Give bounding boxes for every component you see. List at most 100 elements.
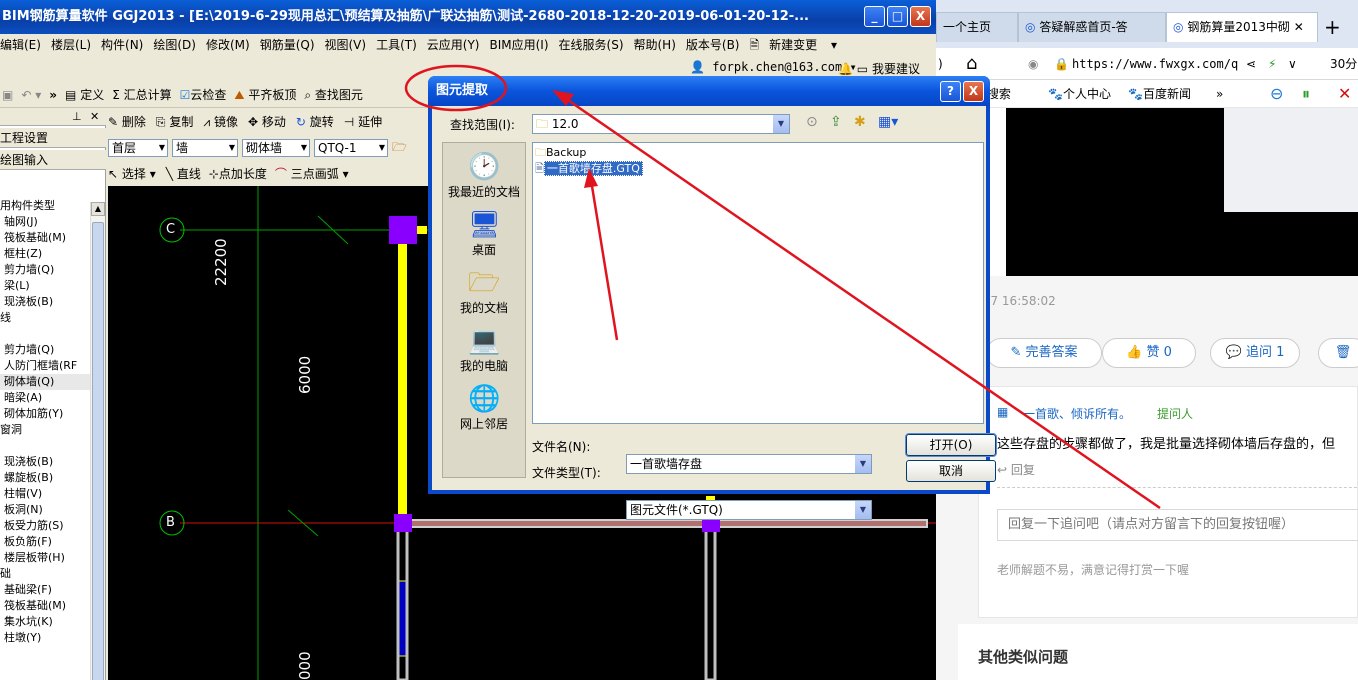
- define-button[interactable]: ▤ 定义: [65, 82, 104, 108]
- share-icon[interactable]: ⋖: [1246, 48, 1256, 80]
- reply-link[interactable]: ↩ 回复: [997, 461, 1035, 478]
- back-icon[interactable]: ⊙: [806, 114, 818, 130]
- cloud-check-button[interactable]: ☑云检查: [180, 82, 227, 108]
- follow-up-button[interactable]: 💬 追问 1: [1210, 338, 1300, 368]
- menu-floor[interactable]: 楼层(L): [51, 38, 91, 52]
- tree-item[interactable]: 剪力墙(Q): [0, 262, 90, 278]
- rotate-button[interactable]: ↻ 旋转: [296, 115, 334, 129]
- tree-item[interactable]: 筏板基础(M): [0, 230, 90, 246]
- menu-tools[interactable]: 工具(T): [376, 38, 417, 52]
- type-select[interactable]: 砌体墙 ▼: [242, 138, 310, 157]
- save-icon[interactable]: ▣: [2, 82, 13, 108]
- suggest-button[interactable]: 🔔 ▭ 我要建议: [838, 60, 920, 77]
- delete-answer-button[interactable]: 🗑: [1318, 338, 1358, 368]
- cancel-button[interactable]: 取消: [906, 460, 996, 482]
- list-item[interactable]: 🗀Backup: [535, 145, 586, 161]
- line-button[interactable]: ╲ 直线: [166, 167, 201, 181]
- filename-input[interactable]: 一首歌墙存盘 ▼: [626, 454, 872, 474]
- view-menu-icon[interactable]: ▦▾: [878, 114, 898, 130]
- tree-item[interactable]: 板负筋(F): [0, 534, 90, 550]
- open-button[interactable]: 打开(O): [905, 433, 997, 457]
- minimize-button[interactable]: _: [864, 6, 885, 27]
- scroll-thumb[interactable]: [92, 222, 104, 680]
- menu-edit[interactable]: 编辑(E): [0, 38, 41, 52]
- maximize-button[interactable]: □: [887, 6, 908, 27]
- new-folder-icon[interactable]: ✱: [854, 114, 866, 130]
- dropdown-icon[interactable]: ∨: [1288, 48, 1297, 80]
- project-setup-button[interactable]: 工程设置: [0, 128, 106, 148]
- tree-item[interactable]: 轴网(J): [0, 214, 90, 230]
- tree-item[interactable]: 窗洞: [0, 422, 90, 438]
- property-icon[interactable]: 🗁: [392, 140, 407, 154]
- look-in-select[interactable]: 🗀 12.0 ▼: [532, 114, 790, 134]
- close-button[interactable]: X: [910, 6, 931, 27]
- three-point-arc-button[interactable]: ⌒ 三点画弧 ▾: [275, 167, 349, 181]
- tab-home[interactable]: 一个主页: [936, 12, 1018, 42]
- tree-item[interactable]: 板洞(N): [0, 502, 90, 518]
- place-recent[interactable]: 🕑 我最近的文档: [443, 149, 525, 205]
- align-slab-button[interactable]: ⛰ 平齐板顶: [234, 82, 296, 108]
- fav-personal[interactable]: 🐾个人中心: [1048, 80, 1111, 108]
- tree-item[interactable]: 楼层板带(H): [0, 550, 90, 566]
- tree-item[interactable]: 柱墩(Y): [0, 630, 90, 646]
- cross-icon[interactable]: ✕: [1338, 80, 1351, 108]
- tree-item[interactable]: 梁(L): [0, 278, 90, 294]
- tree-item[interactable]: 筏板基础(M): [0, 598, 90, 614]
- panel-scrollbar[interactable]: ▲: [90, 202, 105, 680]
- url-field[interactable]: https://www.fwxgx.com/q: [1072, 48, 1238, 80]
- tree-item[interactable]: 螺旋板(B): [0, 470, 90, 486]
- minus-circle-icon[interactable]: ⊖: [1270, 80, 1283, 108]
- place-my-documents[interactable]: 🗁 我的文档: [443, 265, 525, 321]
- tree-item[interactable]: 砌体加筋(Y): [0, 406, 90, 422]
- tree-item[interactable]: 暗梁(A): [0, 390, 90, 406]
- menu-modify[interactable]: 修改(M): [206, 38, 250, 52]
- menu-view[interactable]: 视图(V): [325, 38, 367, 52]
- tab-rebar-question[interactable]: ◎ 钢筋算量2013中砌 ✕: [1166, 12, 1318, 42]
- up-folder-icon[interactable]: ⇪: [830, 114, 842, 130]
- more-icon[interactable]: »: [49, 82, 57, 108]
- tree-item[interactable]: 基础梁(F): [0, 582, 90, 598]
- pin-icon[interactable]: ⊥: [72, 110, 82, 123]
- tree-item[interactable]: 线: [0, 310, 90, 326]
- tab-qa-home[interactable]: ◎ 答疑解惑首页-答: [1018, 12, 1166, 42]
- place-my-computer[interactable]: 💻 我的电脑: [443, 323, 525, 379]
- place-desktop[interactable]: 🖥 桌面: [443, 207, 525, 263]
- like-button[interactable]: 👍 赞 0: [1102, 338, 1196, 368]
- menu-version[interactable]: 版本号(B): [686, 38, 740, 52]
- menu-cloud[interactable]: 云应用(Y): [427, 38, 480, 52]
- floor-select[interactable]: 首层 ▼: [108, 138, 168, 157]
- point-length-button[interactable]: ⊹点加长度: [209, 167, 267, 181]
- summary-calc-button[interactable]: Σ 汇总计算: [112, 82, 171, 108]
- tree-item[interactable]: 现浇板(B): [0, 294, 90, 310]
- filetype-select[interactable]: 图元文件(*.GTQ) ▼: [626, 500, 872, 520]
- tree-item[interactable]: 人防门框墙(RF: [0, 358, 90, 374]
- copy-button[interactable]: ⎘ 复制: [156, 115, 193, 129]
- select-button[interactable]: ↖ 选择 ▾: [108, 167, 156, 181]
- reply-input[interactable]: 回复一下追问吧（请点对方留言下的回复按钮喔）: [997, 509, 1358, 541]
- draw-input-button[interactable]: 绘图输入: [0, 150, 106, 170]
- move-button[interactable]: ✥ 移动: [248, 115, 286, 129]
- tree-item[interactable]: 现浇板(B): [0, 454, 90, 470]
- help-button[interactable]: ?: [940, 81, 961, 102]
- scroll-up-icon[interactable]: ▲: [91, 202, 105, 216]
- mirror-button[interactable]: ⩘ 镜像: [203, 115, 238, 129]
- dialog-title-bar[interactable]: 图元提取: [428, 76, 990, 106]
- pause-circle-icon[interactable]: ⏸: [1302, 80, 1310, 108]
- undo-icon[interactable]: ↶ ▾: [21, 82, 41, 108]
- menu-component[interactable]: 构件(N): [101, 38, 143, 52]
- menu-help[interactable]: 帮助(H): [634, 38, 676, 52]
- category-select[interactable]: 墙 ▼: [172, 138, 238, 157]
- close-panel-icon[interactable]: ✕: [90, 110, 99, 123]
- menu-online[interactable]: 在线服务(S): [559, 38, 624, 52]
- new-tab-button[interactable]: +: [1324, 12, 1341, 42]
- complete-answer-button[interactable]: ✎ 完善答案: [986, 338, 1102, 368]
- name-select[interactable]: QTQ-1 ▼: [314, 138, 388, 157]
- file-list[interactable]: 🗀Backup 🗎 一首歌墙存盘.GTQ: [532, 142, 984, 424]
- extend-button[interactable]: ⊣ 延伸: [344, 115, 382, 129]
- more-favorites-icon[interactable]: »: [1216, 80, 1223, 108]
- delete-button[interactable]: ✎ 删除: [108, 115, 146, 129]
- tree-item-selected[interactable]: 砌体墙(Q): [0, 374, 90, 390]
- menu-draw[interactable]: 绘图(D): [153, 38, 196, 52]
- menu-rebar[interactable]: 钢筋量(Q): [260, 38, 315, 52]
- find-element-button[interactable]: ⌕ 查找图元: [304, 82, 363, 108]
